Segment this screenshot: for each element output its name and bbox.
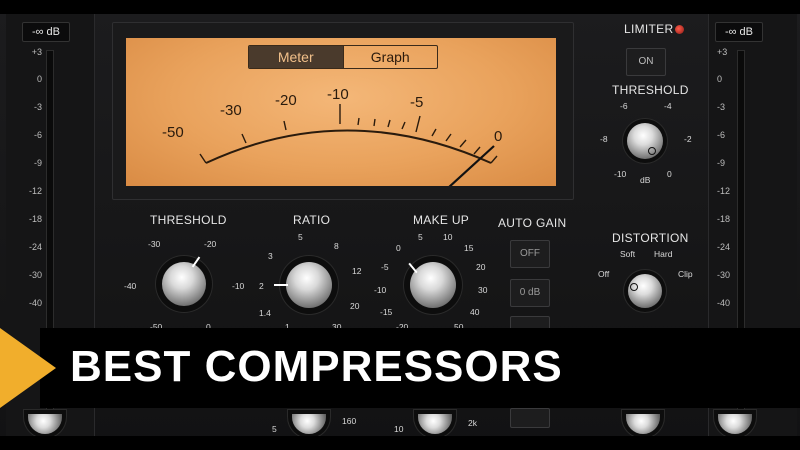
view-mode-selector: Meter Graph — [248, 45, 438, 69]
vu-scale-label: 0 — [494, 128, 503, 145]
output-level-readout: -∞ dB — [715, 22, 763, 42]
limiter-label: LIMITER — [624, 22, 674, 36]
limiter-threshold-mark: -2 — [684, 134, 692, 144]
partial-knob[interactable] — [626, 414, 660, 434]
meter-scale-label: -40 — [717, 298, 731, 308]
limiter-knob-indicator — [648, 147, 656, 155]
makeup-mark: -10 — [374, 285, 387, 295]
threshold-mark: -40 — [124, 281, 137, 291]
meter-scale-label: -12 — [717, 186, 731, 196]
distortion-mark: Hard — [654, 249, 673, 259]
makeup-mark: -5 — [381, 262, 389, 272]
lower-ratio-mark: 5 — [272, 424, 277, 434]
ratio-mark: 12 — [352, 266, 362, 276]
distortion-knob[interactable] — [628, 274, 662, 308]
makeup-label: MAKE UP — [413, 213, 470, 227]
meter-scale-label: -12 — [28, 186, 42, 196]
threshold-mark: -10 — [232, 281, 245, 291]
makeup-mark: 20 — [476, 262, 486, 272]
limiter-led-icon — [675, 25, 684, 34]
meter-scale-label: +3 — [31, 47, 42, 57]
meter-scale-label: -3 — [717, 102, 726, 112]
limiter-threshold-mark: -6 — [620, 101, 628, 111]
meter-scale-label: -9 — [33, 158, 42, 168]
partial-knob[interactable] — [292, 414, 326, 434]
distortion-mark: Off — [598, 269, 610, 279]
banner-title: BEST COMPRESSORS — [70, 342, 563, 391]
meter-scale-label: -6 — [717, 130, 726, 140]
meter-scale-label: -3 — [33, 102, 42, 112]
threshold-mark: -20 — [204, 239, 217, 249]
limiter-threshold-mark: dB — [640, 175, 651, 185]
meter-scale-label: -9 — [717, 158, 726, 168]
meter-scale-label: -40 — [28, 298, 42, 308]
lower-makeup-mark: 2k — [468, 418, 477, 428]
distortion-mark: Soft — [620, 249, 636, 259]
meter-scale-label: -24 — [28, 242, 42, 252]
makeup-mark: 15 — [464, 243, 474, 253]
ratio-knob[interactable] — [286, 262, 332, 308]
ratio-mark: 1.4 — [259, 308, 271, 318]
tab-graph[interactable]: Graph — [342, 46, 438, 68]
makeup-mark: 0 — [396, 243, 401, 253]
play-chevron-icon — [0, 328, 56, 408]
title-banner: BEST COMPRESSORS — [0, 328, 800, 408]
ratio-label: RATIO — [293, 213, 331, 227]
threshold-mark: -30 — [148, 239, 161, 249]
auto-gain-0db-button[interactable]: 0 dB — [510, 279, 550, 307]
limiter-threshold-label: THRESHOLD — [612, 83, 689, 97]
ratio-mark: 20 — [350, 301, 360, 311]
meter-scale-label: -18 — [717, 214, 731, 224]
auto-gain-off-button[interactable]: OFF — [510, 240, 550, 268]
threshold-knob[interactable] — [162, 262, 206, 306]
ratio-mark: 2 — [259, 281, 264, 291]
vu-scale-label: -50 — [162, 124, 184, 141]
meter-scale-label: -6 — [33, 130, 42, 140]
input-level-readout: -∞ dB — [22, 22, 70, 42]
makeup-mark: 40 — [470, 307, 480, 317]
vu-scale-label: -10 — [327, 86, 349, 103]
makeup-mark: 10 — [443, 232, 453, 242]
limiter-threshold-mark: -4 — [664, 101, 672, 111]
auto-gain-label: AUTO GAIN — [498, 216, 567, 230]
vu-scale-label: -5 — [410, 94, 424, 111]
lower-ratio-mark: 160 — [342, 416, 357, 426]
lower-makeup-mark: 10 — [394, 424, 404, 434]
meter-scale-label: -18 — [28, 214, 42, 224]
distortion-label: DISTORTION — [612, 231, 689, 245]
limiter-threshold-mark: 0 — [667, 169, 672, 179]
meter-scale-label: -30 — [717, 270, 731, 280]
limiter-threshold-mark: -10 — [614, 169, 627, 179]
vu-scale-label: -20 — [275, 92, 297, 109]
limiter-threshold-mark: -8 — [600, 134, 608, 144]
partial-knob[interactable] — [418, 414, 452, 434]
compressor-plugin-window: -∞ dB +3 0 -3 -6 -9 -12 -18 -24 -30 -40 … — [0, 0, 800, 450]
threshold-label: THRESHOLD — [150, 213, 227, 227]
makeup-knob[interactable] — [410, 262, 456, 308]
top-bezel — [0, 0, 800, 14]
makeup-mark: -15 — [380, 307, 393, 317]
vu-scale-label: -30 — [220, 102, 242, 119]
meter-scale-label: +3 — [717, 47, 728, 57]
vu-needle — [448, 145, 495, 186]
meter-scale-label: 0 — [36, 74, 42, 84]
makeup-mark: 5 — [418, 232, 423, 242]
ratio-mark: 5 — [298, 232, 303, 242]
limiter-on-button[interactable]: ON — [626, 48, 666, 76]
limiter-threshold-knob[interactable] — [627, 123, 663, 159]
distortion-mark: Clip — [678, 269, 693, 279]
bottom-bezel — [0, 436, 800, 450]
lower-option-button[interactable] — [510, 408, 550, 428]
meter-scale-label: 0 — [717, 74, 723, 84]
ratio-knob-indicator — [274, 284, 288, 286]
meter-scale-label: -30 — [28, 270, 42, 280]
ratio-mark: 8 — [334, 241, 339, 251]
makeup-mark: 30 — [478, 285, 488, 295]
tab-meter[interactable]: Meter — [249, 46, 343, 68]
distortion-knob-indicator — [630, 283, 638, 291]
ratio-mark: 3 — [268, 251, 273, 261]
meter-scale-label: -24 — [717, 242, 731, 252]
